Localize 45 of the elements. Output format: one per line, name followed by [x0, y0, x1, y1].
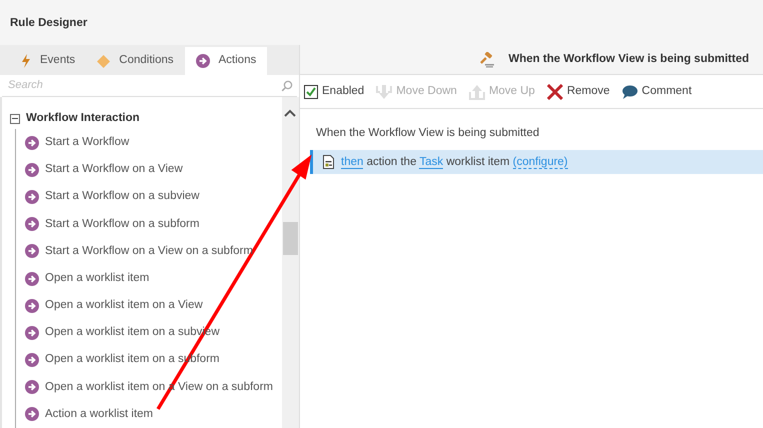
rule-title: When the Workflow View is being submitted	[508, 52, 749, 67]
arrow-circle-icon	[25, 380, 39, 394]
tree-group-label[interactable]: Workflow Interaction	[26, 110, 140, 128]
document-icon	[323, 155, 334, 170]
checkbox-label[interactable]: Enabled	[322, 82, 364, 100]
arrow-circle-icon	[25, 136, 39, 150]
rule-event-text: When the Workflow View is being submitted	[315, 126, 540, 141]
arrow-circle-icon	[25, 162, 39, 177]
scroll-up-icon[interactable]	[284, 109, 296, 117]
tab[interactable]: Conditions	[86, 47, 185, 75]
tree-item[interactable]: Action a worklist item	[25, 400, 282, 428]
tree-item[interactable]: Start a Workflow on a subview	[25, 183, 282, 211]
arrow-circle-icon	[25, 353, 39, 368]
arrow-circle-icon	[25, 217, 39, 232]
tab[interactable]: Events	[10, 47, 86, 75]
tree-item[interactable]: Open a worklist item on a View	[25, 292, 282, 320]
speech-bubble-icon	[622, 84, 638, 98]
gavel-icon	[478, 52, 495, 68]
lightning-icon	[21, 54, 31, 68]
tree-item[interactable]: Start a Workflow on a View on a subform	[25, 238, 282, 265]
tree-item[interactable]: Start a Workflow on a View	[25, 156, 282, 184]
arrow-circle-icon	[25, 298, 39, 313]
tree-item[interactable]: Start a Workflow	[25, 129, 282, 156]
tree-item[interactable]: Start a Workflow on a subform	[25, 210, 282, 238]
search-icon	[281, 80, 293, 92]
arrow-circle-icon	[25, 190, 39, 204]
rule-action-text: then action the Task worklist item (configure)	[341, 154, 568, 171]
remove-button[interactable]: Remove	[546, 82, 610, 100]
window-title: Rule Designer	[0, 0, 763, 45]
tree-item[interactable]: Open a worklist item	[25, 264, 282, 292]
arrow-circle-icon	[25, 407, 39, 422]
scrollbar[interactable]	[282, 97, 299, 428]
close-icon	[546, 84, 563, 100]
move-up-icon	[468, 84, 485, 100]
checkbox[interactable]	[304, 84, 318, 98]
move-down-icon	[376, 84, 392, 100]
arrow-circle-icon	[25, 326, 39, 340]
arrow-circle-icon	[25, 244, 39, 258]
tab[interactable]: Actions	[184, 47, 268, 75]
comment-button[interactable]: Comment	[622, 82, 692, 100]
collapse-toggle[interactable]	[10, 114, 20, 124]
arrow-circle-icon	[25, 272, 39, 286]
diamond-icon	[97, 54, 110, 68]
scroll-thumb[interactable]	[283, 222, 298, 255]
arrow-circle-icon	[196, 54, 210, 68]
